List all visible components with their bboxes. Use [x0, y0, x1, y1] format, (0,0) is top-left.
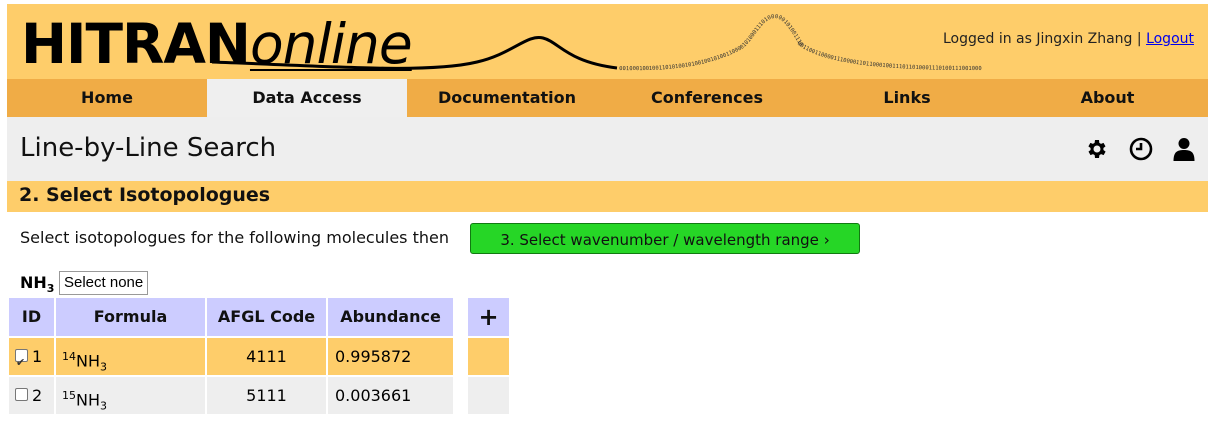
- page: 0010001001001101010010100100101001100001…: [7, 4, 1208, 415]
- select-none-button[interactable]: Select none: [59, 271, 149, 295]
- col-header-id: ID: [9, 298, 54, 336]
- molecule-name: NH3: [20, 273, 55, 296]
- nav-links[interactable]: Links: [807, 79, 1007, 117]
- select-wavenumber-label: 3. Select wavenumber / wavelength range: [500, 231, 819, 249]
- nav-home[interactable]: Home: [7, 79, 207, 117]
- select-wavenumber-button[interactable]: 3. Select wavenumber / wavelength range …: [470, 223, 860, 254]
- table-row-2-extra: [468, 377, 509, 414]
- nav-about[interactable]: About: [1007, 79, 1208, 117]
- table-row-1-formula: 14NH3: [56, 338, 205, 375]
- instructions-text: Select isotopologues for the following m…: [20, 228, 449, 247]
- page-title-bar: Line-by-Line Search: [7, 117, 1208, 181]
- section-title: 2. Select Isotopologues: [19, 184, 271, 206]
- add-column-button[interactable]: +: [468, 298, 509, 336]
- page-title: Line-by-Line Search: [20, 133, 277, 163]
- isotopologue-checkbox-2[interactable]: [15, 388, 28, 401]
- main-nav: Home Data Access Documentation Conferenc…: [7, 79, 1208, 117]
- col-header-abundance: Abundance: [328, 298, 453, 336]
- svg-text:001000100100110101001010010010: 0010001001001101010010100100101001100001…: [619, 14, 804, 72]
- table-row-2-id[interactable]: 2: [9, 377, 54, 414]
- binary-string-decoration: 0010001001001101010010100100101001100001…: [619, 14, 804, 72]
- user-icon[interactable]: [1172, 137, 1196, 161]
- clock-icon[interactable]: [1129, 137, 1153, 161]
- login-status: Logged in as Jingxin Zhang | Logout: [943, 31, 1194, 47]
- isotopologue-checkbox-1[interactable]: [15, 344, 28, 381]
- table-row-1-afgl: 4111: [207, 338, 326, 375]
- table-row-1-abundance: 0.995872: [328, 338, 453, 375]
- logo-online: online: [249, 12, 413, 76]
- table-row-1-extra: [468, 338, 509, 375]
- nav-data-access[interactable]: Data Access: [207, 79, 407, 117]
- nav-conferences[interactable]: Conferences: [607, 79, 807, 117]
- table-row-2-afgl: 5111: [207, 377, 326, 414]
- col-header-afgl: AFGL Code: [207, 298, 326, 336]
- site-logo[interactable]: HITRANonline: [21, 12, 413, 76]
- table-row-1-id[interactable]: 1: [9, 338, 54, 381]
- section-header: 2. Select Isotopologues: [7, 181, 1208, 212]
- col-header-formula: Formula: [56, 298, 205, 336]
- site-header: 0010001001001101010010100100101001100001…: [7, 4, 1208, 79]
- logo-hitran: HITRAN: [21, 12, 251, 76]
- chevron-right-icon: ›: [823, 231, 830, 249]
- logout-link[interactable]: Logout: [1146, 31, 1194, 47]
- nav-documentation[interactable]: Documentation: [407, 79, 607, 117]
- table-row-2-abundance: 0.003661: [328, 377, 453, 414]
- gear-icon[interactable]: [1085, 137, 1109, 161]
- table-row-2-formula: 15NH3: [56, 377, 205, 414]
- login-text: Logged in as Jingxin Zhang |: [942, 31, 1142, 47]
